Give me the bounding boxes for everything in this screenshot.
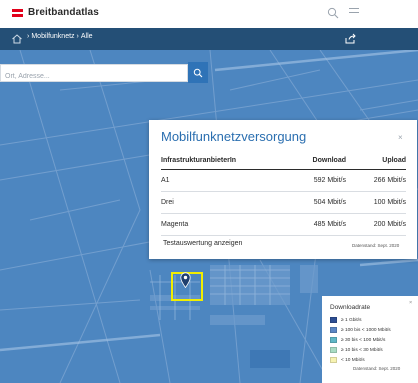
search-button[interactable] [188,62,208,83]
legend-item: ≥ 1 Gbit/s [330,316,418,324]
top-bar: Breitbandatlas [0,0,418,28]
legend-item: ≥ 100 bis < 1000 Mbit/s [330,326,418,334]
map-marker-icon[interactable] [180,272,191,288]
table-row: Magenta 485 Mbit/s 200 Mbit/s [161,213,406,236]
upload-cell: 100 Mbit/s [346,191,406,214]
legend-item: < 10 Mbit/s [330,356,418,364]
legend-label: ≥ 10 bis < 30 Mbit/s [341,347,383,353]
legend-label: ≥ 30 bis < 100 Mbit/s [341,337,386,343]
search-icon [193,68,203,77]
legend-swatch [330,327,337,333]
legend-item: ≥ 30 bis < 100 Mbit/s [330,336,418,344]
table-row: Drei 504 Mbit/s 100 Mbit/s [161,191,406,214]
breadcrumb-item-alle[interactable]: Alle [81,33,93,40]
menu-icon[interactable] [349,8,359,18]
legend-date: Datenstand: Sept. 2020 [353,366,401,371]
upload-cell: 200 Mbit/s [346,213,406,236]
legend-item: ≥ 10 bis < 30 Mbit/s [330,346,418,354]
table-row: A1 592 Mbit/s 266 Mbit/s [161,169,406,192]
data-date: Datenstand: Sept. 2020 [352,243,400,248]
download-cell: 592 Mbit/s [274,169,346,192]
legend-label: < 10 Mbit/s [341,357,365,363]
legend-swatch [330,347,337,353]
share-icon[interactable] [343,33,357,45]
provider-cell: A1 [161,169,274,192]
search-icon[interactable] [327,7,339,19]
legend-label: ≥ 1 Gbit/s [341,317,362,323]
coverage-table: InfrastrukturanbieterIn Download Upload … [161,153,406,236]
breadcrumb-bar: › Mobilfunknetz › Alle [0,28,418,50]
austria-flag-icon [12,9,23,17]
column-header-upload: Upload [346,153,406,170]
legend-swatch [330,317,337,323]
coverage-popup: Mobilfunknetzversorgung × Infrastruktura… [149,120,417,259]
breadcrumb-item-mobilfunknetz[interactable]: Mobilfunknetz [31,33,74,40]
provider-cell: Drei [161,191,274,214]
popup-title: Mobilfunknetzversorgung [161,129,307,144]
column-header-provider: InfrastrukturanbieterIn [161,153,274,170]
column-header-download: Download [274,153,346,170]
search-input[interactable] [1,68,187,85]
close-icon[interactable]: × [398,133,403,142]
brand-title[interactable]: Breitbandatlas [28,7,99,18]
download-cell: 485 Mbit/s [274,213,346,236]
legend-swatch [330,357,337,363]
home-icon[interactable] [11,33,23,45]
test-results-link[interactable]: Testauswertung anzeigen [163,240,242,247]
breadcrumb: › Mobilfunknetz › Alle [27,33,93,40]
legend-title: Downloadrate [330,304,371,311]
table-header-row: InfrastrukturanbieterIn Download Upload [161,153,406,170]
close-icon[interactable]: × [409,300,412,306]
download-cell: 504 Mbit/s [274,191,346,214]
legend-panel: Downloadrate × ≥ 1 Gbit/s ≥ 100 bis < 10… [322,296,418,383]
legend-label: ≥ 100 bis < 1000 Mbit/s [341,327,391,333]
legend-swatch [330,337,337,343]
upload-cell: 266 Mbit/s [346,169,406,192]
provider-cell: Magenta [161,213,274,236]
search-field [0,64,188,85]
